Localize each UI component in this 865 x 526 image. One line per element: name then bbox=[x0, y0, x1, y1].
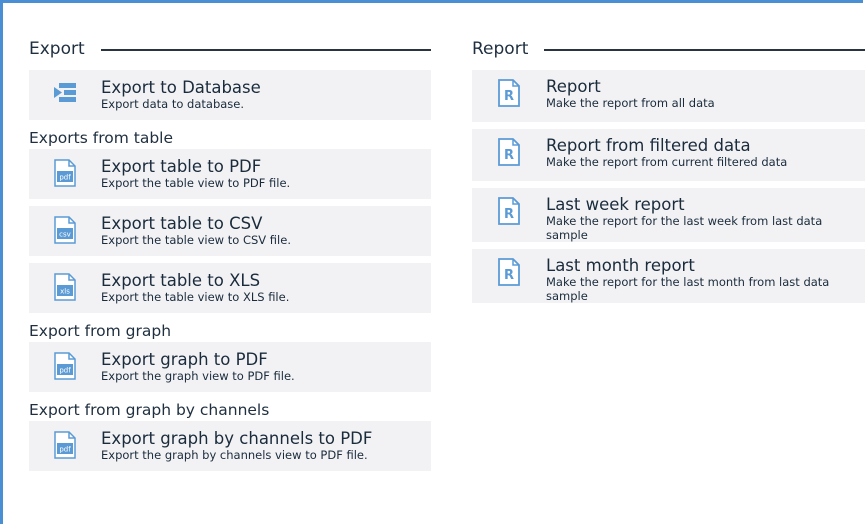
export-to-database-item[interactable]: Export to Database Export data to databa… bbox=[29, 70, 431, 120]
export-table-xls-item[interactable]: xls Export table to XLS Export the table… bbox=[29, 263, 431, 313]
export-table-csv-item[interactable]: csv Export table to CSV Export the table… bbox=[29, 206, 431, 256]
svg-text:pdf: pdf bbox=[59, 446, 71, 454]
report-icon: R bbox=[472, 77, 546, 107]
report-icon: R bbox=[472, 136, 546, 166]
database-export-icon bbox=[29, 78, 101, 106]
export-graph-channels-pdf-item[interactable]: pdf Export graph by channels to PDF Expo… bbox=[29, 421, 431, 471]
item-title: Export graph by channels to PDF bbox=[101, 429, 373, 448]
exports-from-table-header: Exports from table bbox=[29, 129, 173, 147]
item-title: Export to Database bbox=[101, 78, 261, 97]
svg-text:R: R bbox=[504, 207, 514, 222]
last-week-report-item[interactable]: R Last week report Make the report for t… bbox=[472, 188, 865, 242]
item-description: Export the table view to PDF file. bbox=[101, 176, 291, 190]
xls-file-icon: xls bbox=[29, 271, 101, 301]
item-description: Export the graph view to PDF file. bbox=[101, 369, 295, 383]
item-title: Report from filtered data bbox=[546, 136, 751, 155]
svg-text:R: R bbox=[504, 148, 514, 163]
pdf-file-icon: pdf bbox=[29, 350, 101, 380]
report-icon: R bbox=[472, 195, 546, 225]
report-section-header: Report bbox=[472, 36, 865, 62]
item-title: Export table to XLS bbox=[101, 271, 261, 290]
item-description: Make the report from current filtered da… bbox=[546, 155, 788, 169]
svg-text:csv: csv bbox=[59, 231, 71, 239]
item-title: Export table to CSV bbox=[101, 214, 263, 233]
pdf-file-icon: pdf bbox=[29, 429, 101, 459]
item-description: Export the graph by channels view to PDF… bbox=[101, 448, 368, 462]
item-title: Report bbox=[546, 77, 601, 96]
svg-text:pdf: pdf bbox=[59, 367, 71, 375]
section-divider bbox=[544, 49, 865, 51]
export-from-graph-header: Export from graph bbox=[29, 322, 172, 340]
csv-file-icon: csv bbox=[29, 214, 101, 244]
item-description: Make the report for the last month from … bbox=[546, 275, 830, 303]
report-section-title: Report bbox=[472, 39, 529, 59]
pdf-file-icon: pdf bbox=[29, 157, 101, 187]
export-table-pdf-item[interactable]: pdf Export table to PDF Export the table… bbox=[29, 149, 431, 199]
report-column: Report R Report Make the report from all… bbox=[472, 36, 865, 310]
item-title: Export graph to PDF bbox=[101, 350, 268, 369]
report-icon: R bbox=[472, 256, 546, 286]
item-title: Export table to PDF bbox=[101, 157, 262, 176]
item-description: Export data to database. bbox=[101, 97, 245, 111]
export-graph-pdf-item[interactable]: pdf Export graph to PDF Export the graph… bbox=[29, 342, 431, 392]
last-month-report-item[interactable]: R Last month report Make the report for … bbox=[472, 249, 865, 303]
export-section-title: Export bbox=[29, 39, 85, 59]
item-title: Last month report bbox=[546, 256, 695, 275]
section-divider bbox=[100, 49, 431, 51]
svg-text:R: R bbox=[504, 89, 514, 104]
report-filtered-item[interactable]: R Report from filtered data Make the rep… bbox=[472, 129, 865, 181]
export-section-header: Export bbox=[29, 36, 431, 62]
item-description: Make the report for the last week from l… bbox=[546, 214, 823, 242]
report-item[interactable]: R Report Make the report from all data bbox=[472, 70, 865, 122]
item-title: Last week report bbox=[546, 195, 685, 214]
export-from-graph-by-channels-header: Export from graph by channels bbox=[29, 401, 270, 419]
item-description: Export the table view to CSV file. bbox=[101, 233, 291, 247]
export-column: Export Export to Database Export data to… bbox=[29, 36, 431, 478]
svg-text:pdf: pdf bbox=[59, 174, 71, 182]
item-description: Export the table view to XLS file. bbox=[101, 290, 290, 304]
svg-text:xls: xls bbox=[60, 288, 70, 296]
svg-text:R: R bbox=[504, 268, 514, 283]
item-description: Make the report from all data bbox=[546, 96, 715, 110]
